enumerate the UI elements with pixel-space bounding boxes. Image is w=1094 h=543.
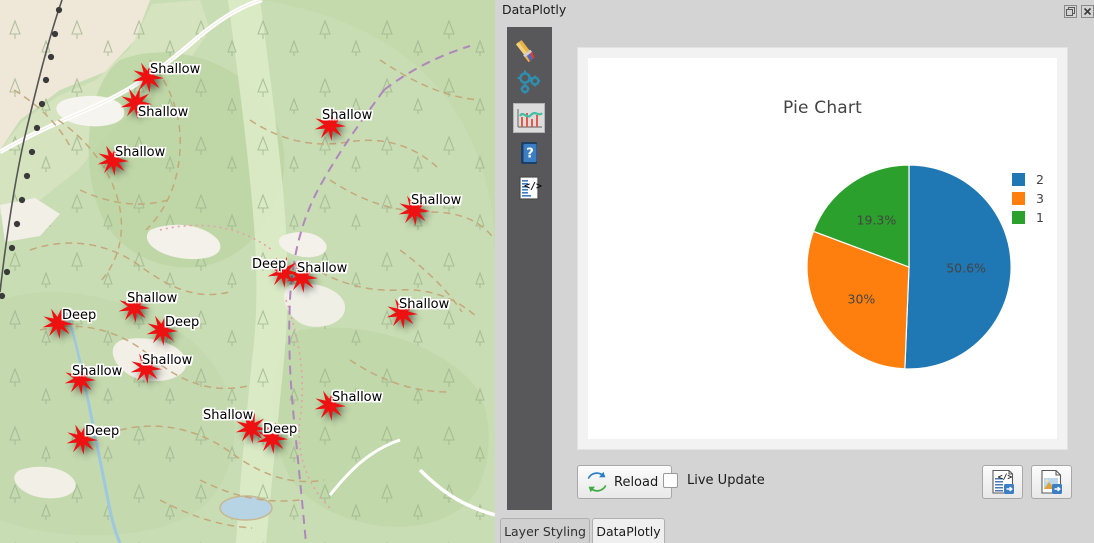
application-window: Shallow Shallow Shallow Shallow Shallow Deep S… [0,0,1094,543]
map-marker-label: Shallow [150,62,201,77]
map-marker-label: Shallow [332,390,383,405]
export-html-button[interactable]: </> [982,465,1023,499]
sidebar-item-help[interactable]: ? [513,138,545,168]
map-marker-label: Deep [85,424,120,439]
legend-label: 3 [1036,191,1044,206]
save-image-icon [1040,469,1062,494]
pie-slice-label: 30% [847,291,876,307]
reload-button[interactable]: Reload [577,465,673,499]
close-icon[interactable] [1081,3,1094,18]
pie-chart[interactable] [588,58,1057,439]
panel-titlebar: DataPlotly [500,0,1094,20]
map-marker-label: Shallow [203,408,254,423]
reload-label: Reload [614,474,659,490]
help-icon: ? [521,142,537,164]
legend-label: 2 [1036,172,1044,187]
plot-controls-bar: Reload Live Update </> [577,465,1072,501]
svg-text:?: ? [526,147,534,162]
tab-dataplotly[interactable]: DataPlotly [592,518,665,543]
map-basemap [0,0,495,543]
sidebar-item-code-view[interactable]: </> [513,173,545,203]
live-update-checkbox-box[interactable] [663,473,678,488]
map-marker-label: Shallow [322,108,373,123]
pie-slice-label: 19.3% [856,212,897,228]
svg-text:</>: </> [997,473,1012,482]
map-marker-label: Shallow [142,353,193,368]
live-update-checkbox[interactable]: Live Update [663,473,765,488]
pie-slice-label: 50.6% [946,260,986,276]
map-marker-label: Deep [62,308,97,323]
legend-label: 1 [1036,210,1044,225]
save-html-icon: </> [991,469,1014,494]
map-marker-label: Deep [252,257,287,272]
export-image-button[interactable] [1031,465,1072,499]
map-marker-label: Shallow [127,291,178,306]
live-update-label: Live Update [687,473,765,488]
panel-icon-strip: ? </> [507,27,552,510]
legend-item[interactable]: 1 [1012,208,1044,227]
map-marker-label: Shallow [72,364,123,379]
map-marker-label: Shallow [297,261,348,276]
map-marker-label: Shallow [115,145,166,160]
panel-tabbar: Layer Styling DataPlotly [500,518,1094,543]
plot-preview-icon [517,109,543,128]
map-marker-label: Shallow [399,297,450,312]
legend-swatch [1012,173,1025,186]
map-canvas[interactable]: Shallow Shallow Shallow Shallow Shallow Deep S… [0,0,495,543]
dataplotly-dock-panel: DataPlotly ? </> Pie Chart 50.6% 30% 19.… [500,0,1094,543]
sidebar-item-plot-preview[interactable] [513,103,545,133]
sidebar-item-plot-type[interactable] [513,33,545,63]
map-marker-label: Shallow [411,193,462,208]
map-marker-label: Deep [165,315,200,330]
chart-legend[interactable]: 2 3 1 [1012,170,1044,227]
legend-swatch [1012,192,1025,205]
legend-item[interactable]: 3 [1012,189,1044,208]
legend-swatch [1012,211,1025,224]
legend-item[interactable]: 2 [1012,170,1044,189]
plot-area[interactable]: Pie Chart 50.6% 30% 19.3% 231 [588,58,1057,439]
svg-text:</>: </> [524,181,542,192]
code-view-icon: </> [519,176,542,200]
map-marker-label: Shallow [138,105,189,120]
plot-settings-icon [517,70,541,94]
sidebar-item-plot-settings[interactable] [513,68,545,98]
tab-layer-styling[interactable]: Layer Styling [500,518,590,543]
float-restore-icon[interactable] [1064,3,1077,18]
refresh-icon [587,471,607,493]
map-marker-label: Deep [263,422,298,437]
plot-frame: Pie Chart 50.6% 30% 19.3% 231 [577,47,1068,450]
plot-type-icon [515,40,535,63]
panel-title: DataPlotly [502,2,567,17]
